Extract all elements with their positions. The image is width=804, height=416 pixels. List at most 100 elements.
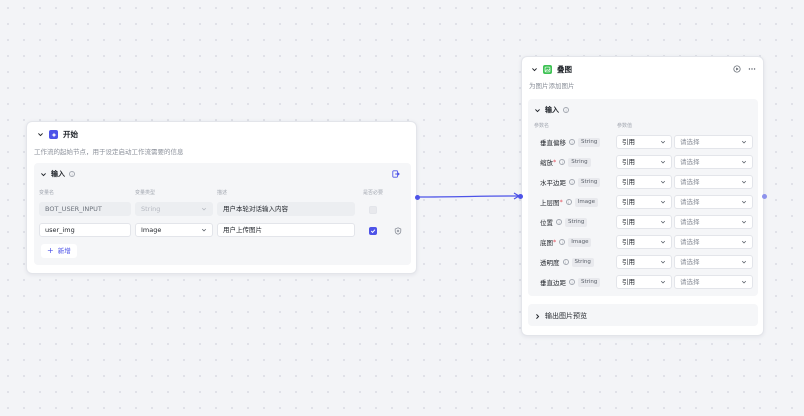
exit-panel-icon[interactable] bbox=[392, 170, 400, 178]
param-row: 水平边距 i String bbox=[540, 175, 601, 189]
start-node-title: 开始 bbox=[63, 130, 78, 139]
param-value-select[interactable]: 请选择 bbox=[674, 235, 753, 249]
type-tag: String bbox=[578, 277, 601, 287]
play-icon[interactable] bbox=[733, 65, 741, 73]
chevron-right-icon[interactable] bbox=[533, 312, 541, 320]
param-value-select[interactable]: 请选择 bbox=[674, 135, 753, 149]
param-mode-select[interactable]: 引用 bbox=[616, 195, 672, 209]
info-icon[interactable]: i bbox=[559, 239, 566, 245]
start-output-port[interactable] bbox=[415, 195, 420, 200]
param-value-select[interactable]: 请选择 bbox=[674, 195, 753, 209]
chevron-down-icon[interactable] bbox=[39, 170, 47, 178]
param-mode-select[interactable]: 引用 bbox=[616, 235, 672, 249]
variable-type-value: String bbox=[141, 205, 161, 213]
column-header-name: 变量名 bbox=[39, 190, 55, 196]
chevron-down-icon bbox=[741, 239, 747, 245]
variable-type-select[interactable]: Image bbox=[135, 223, 213, 237]
chevron-down-icon bbox=[741, 199, 747, 205]
info-icon[interactable]: i bbox=[565, 199, 572, 205]
info-icon[interactable]: i bbox=[562, 259, 569, 265]
required-checkbox bbox=[369, 206, 377, 214]
info-icon[interactable]: i bbox=[569, 139, 575, 145]
param-name: 垂直边距 bbox=[540, 279, 566, 287]
param-row: 位置 i String bbox=[540, 215, 588, 229]
param-mode-select[interactable]: 引用 bbox=[616, 255, 672, 269]
flag-icon bbox=[49, 130, 58, 139]
overlay-node-description: 为图片添加图片 bbox=[529, 82, 575, 90]
output-preview-header[interactable]: 输出图片预览 bbox=[533, 311, 587, 321]
param-value-select[interactable]: 请选择 bbox=[674, 255, 753, 269]
info-icon[interactable]: i bbox=[569, 279, 575, 285]
chevron-down-icon bbox=[660, 179, 666, 185]
add-variable-button[interactable]: + 新增 bbox=[41, 244, 77, 258]
overlay-node[interactable]: 叠图 为图片添加图片 输入 i 参数名 参数值 垂直偏移 i String 引用 请选择… bbox=[521, 56, 764, 336]
more-icon[interactable] bbox=[748, 65, 756, 73]
param-value-placeholder: 请选择 bbox=[680, 278, 700, 286]
start-node-header: 开始 bbox=[36, 129, 78, 140]
chevron-down-icon bbox=[660, 259, 666, 265]
chevron-down-icon bbox=[741, 259, 747, 265]
output-preview-section[interactable]: 输出图片预览 bbox=[528, 304, 758, 326]
chevron-down-icon[interactable] bbox=[36, 131, 44, 139]
info-icon[interactable]: i bbox=[559, 159, 566, 165]
param-row: 垂直偏移 i String bbox=[540, 135, 601, 149]
param-name: 底图 bbox=[540, 239, 553, 247]
info-icon[interactable]: i bbox=[569, 179, 575, 185]
variable-name-input[interactable]: user_img bbox=[39, 223, 131, 237]
param-value-placeholder: 请选择 bbox=[680, 138, 700, 146]
param-mode-value: 引用 bbox=[622, 278, 635, 286]
param-value-select[interactable]: 请选择 bbox=[674, 175, 753, 189]
chevron-down-icon[interactable] bbox=[533, 106, 541, 114]
info-icon[interactable]: i bbox=[563, 107, 569, 113]
settings-shield-icon[interactable] bbox=[394, 227, 402, 235]
param-mode-select[interactable]: 引用 bbox=[616, 135, 672, 149]
type-tag: Image bbox=[568, 237, 592, 247]
param-value-placeholder: 请选择 bbox=[680, 158, 700, 166]
start-input-label: 输入 bbox=[51, 170, 65, 178]
column-header-description: 描述 bbox=[217, 190, 228, 196]
param-mode-select[interactable]: 引用 bbox=[616, 175, 672, 189]
chevron-down-icon bbox=[741, 219, 747, 225]
start-input-section-header[interactable]: 输入 i bbox=[39, 169, 75, 179]
chevron-down-icon bbox=[660, 239, 666, 245]
overlay-input-section-header[interactable]: 输入 i bbox=[533, 105, 569, 115]
param-name: 水平边距 bbox=[540, 179, 566, 187]
param-mode-value: 引用 bbox=[622, 198, 635, 206]
overlay-input-port[interactable] bbox=[518, 194, 523, 199]
param-value-select[interactable]: 请选择 bbox=[674, 275, 753, 289]
variable-name-input: BOT_USER_INPUT bbox=[39, 202, 131, 216]
chevron-down-icon bbox=[660, 159, 666, 165]
variable-type-value: Image bbox=[141, 226, 162, 234]
info-icon[interactable]: i bbox=[556, 219, 562, 225]
column-header-param-value: 参数值 bbox=[617, 123, 633, 129]
type-tag: String bbox=[578, 177, 601, 187]
param-row: 透明度 i String bbox=[540, 255, 594, 269]
start-node[interactable]: 开始 工作流的起始节点，用于设定启动工作流需要的信息 输入 i 变量名 变量类型… bbox=[26, 121, 417, 274]
param-mode-select[interactable]: 引用 bbox=[616, 155, 672, 169]
param-mode-value: 引用 bbox=[622, 218, 635, 226]
required-checkbox[interactable] bbox=[369, 227, 377, 235]
variable-description-input[interactable]: 用户上传图片 bbox=[217, 223, 355, 237]
param-value-placeholder: 请选择 bbox=[680, 198, 700, 206]
output-preview-label: 输出图片预览 bbox=[545, 312, 587, 320]
column-header-param-name: 参数名 bbox=[534, 123, 550, 129]
type-tag: Image bbox=[574, 197, 598, 207]
param-value-select[interactable]: 请选择 bbox=[674, 155, 753, 169]
param-mode-value: 引用 bbox=[622, 138, 635, 146]
param-mode-select[interactable]: 引用 bbox=[616, 215, 672, 229]
overlay-node-title: 叠图 bbox=[557, 65, 572, 74]
param-mode-value: 引用 bbox=[622, 258, 635, 266]
param-mode-select[interactable]: 引用 bbox=[616, 275, 672, 289]
chevron-down-icon bbox=[741, 179, 747, 185]
info-icon[interactable]: i bbox=[69, 171, 75, 177]
required-star: * bbox=[553, 158, 557, 166]
chevron-down-icon bbox=[201, 227, 207, 233]
type-tag: String bbox=[568, 157, 591, 167]
param-value-placeholder: 请选择 bbox=[680, 218, 700, 226]
param-mode-value: 引用 bbox=[622, 158, 635, 166]
overlay-input-label: 输入 bbox=[545, 106, 559, 114]
overlay-output-port[interactable] bbox=[762, 194, 767, 199]
chevron-down-icon[interactable] bbox=[530, 66, 538, 74]
param-value-select[interactable]: 请选择 bbox=[674, 215, 753, 229]
chevron-down-icon bbox=[741, 159, 747, 165]
